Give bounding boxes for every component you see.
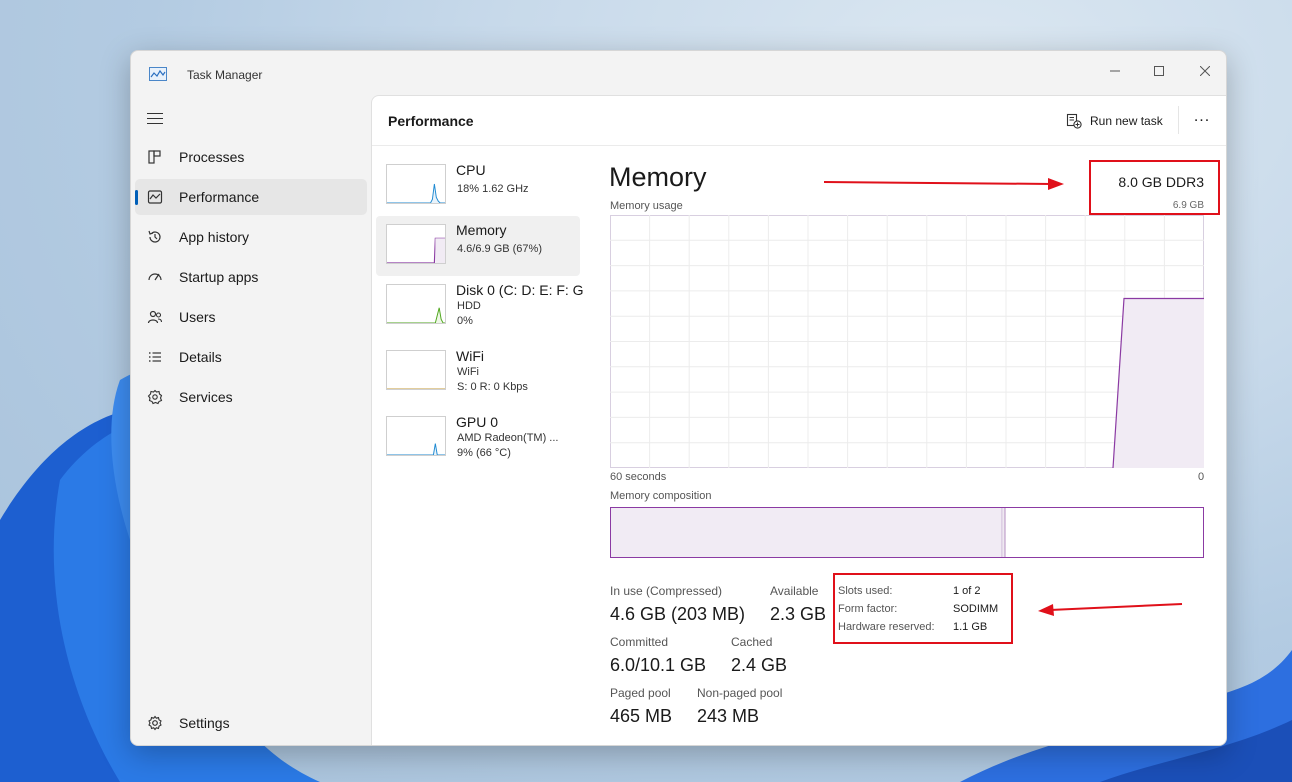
resource-name-wifi: WiFi <box>456 348 484 364</box>
nav-item-details[interactable]: Details <box>135 339 367 375</box>
window-title: Task Manager <box>187 68 263 82</box>
nav-item-users[interactable]: Users <box>135 299 367 335</box>
page-title: Performance <box>388 113 474 129</box>
paged-pool-value: 465 MB <box>610 706 673 726</box>
nav-label-settings: Settings <box>179 715 230 731</box>
nav-item-app-history[interactable]: App history <box>135 219 367 255</box>
non-paged-pool-label: Non-paged pool <box>697 686 783 700</box>
close-button[interactable] <box>1187 57 1223 85</box>
resource-name-disk: Disk 0 (C: D: E: F: G <box>456 282 584 298</box>
run-new-task-label: Run new task <box>1090 114 1163 128</box>
gpu-thumbnail-graph <box>386 416 446 456</box>
users-icon <box>147 310 163 324</box>
nav-item-services[interactable]: Services <box>135 379 367 415</box>
task-manager-app-icon <box>149 67 167 81</box>
resource-throughput-wifi: S: 0 R: 0 Kbps <box>457 381 528 393</box>
run-new-task-icon <box>1066 113 1082 129</box>
memory-usage-graph <box>610 215 1204 468</box>
non-paged-pool-value: 243 MB <box>697 706 760 726</box>
resource-type-wifi: WiFi <box>457 366 479 378</box>
resource-usage-gpu: 9% (66 °C) <box>457 447 511 459</box>
resource-item-memory[interactable]: Memory 4.6/6.9 GB (67%) <box>376 216 580 276</box>
nav-label-startup-apps: Startup apps <box>179 269 259 285</box>
hamburger-menu-icon[interactable] <box>147 113 163 125</box>
in-use-label: In use (Compressed) <box>610 584 723 598</box>
resource-detail-cpu: 18% 1.62 GHz <box>457 183 529 195</box>
resource-model-gpu: AMD Radeon(TM) ... <box>457 432 559 444</box>
nav-label-services: Services <box>179 389 233 405</box>
resource-name-gpu: GPU 0 <box>456 414 499 430</box>
annotation-box-memory-type <box>1089 160 1220 215</box>
resource-item-cpu[interactable]: CPU 18% 1.62 GHz <box>376 156 580 216</box>
more-options-button[interactable]: ... <box>1188 108 1216 132</box>
resource-name-memory: Memory <box>456 222 507 238</box>
startup-icon <box>148 273 162 281</box>
graph-axis-left-label: 60 seconds <box>610 471 667 483</box>
resource-detail-memory: 4.6/6.9 GB (67%) <box>457 243 542 255</box>
maximize-button[interactable] <box>1141 57 1177 85</box>
maximize-icon <box>1154 66 1164 76</box>
memory-heading: Memory <box>609 162 707 192</box>
minimize-icon <box>1110 70 1120 72</box>
resource-item-wifi[interactable]: WiFi WiFi S: 0 R: 0 Kbps <box>376 342 580 402</box>
available-value: 2.3 GB <box>770 604 827 624</box>
processes-icon <box>148 150 161 164</box>
cpu-thumbnail-graph <box>386 164 446 204</box>
run-new-task-button[interactable]: Run new task <box>1066 110 1163 132</box>
content-header: Performance Run new task ... <box>372 96 1226 146</box>
nav-label-processes: Processes <box>179 149 245 165</box>
wifi-thumbnail-graph <box>386 350 446 390</box>
paged-pool-label: Paged pool <box>610 686 671 700</box>
header-divider <box>1178 106 1179 134</box>
memory-usage-label: Memory usage <box>610 200 683 212</box>
in-use-value: 4.6 GB (203 MB) <box>610 604 746 624</box>
close-icon <box>1200 66 1210 76</box>
committed-value: 6.0/10.1 GB <box>610 655 707 675</box>
services-icon <box>147 389 163 405</box>
details-icon <box>149 352 161 362</box>
performance-icon <box>147 190 163 204</box>
nav-item-settings[interactable]: Settings <box>135 705 367 741</box>
cached-value: 2.4 GB <box>731 655 788 675</box>
disk-thumbnail-graph <box>386 284 446 324</box>
annotation-box-memory-details <box>833 573 1013 644</box>
history-icon <box>148 230 161 243</box>
minimize-button[interactable] <box>1097 57 1133 85</box>
resource-name-cpu: CPU <box>456 162 486 178</box>
graph-axis-right-label: 0 <box>1198 471 1205 483</box>
nav-label-performance: Performance <box>179 189 260 205</box>
nav-label-app-history: App history <box>179 229 250 245</box>
memory-composition-bar <box>610 507 1204 558</box>
resource-type-disk: HDD <box>457 300 481 312</box>
nav-item-processes[interactable]: Processes <box>135 139 367 175</box>
committed-label: Committed <box>610 635 669 649</box>
nav-item-performance[interactable]: Performance <box>135 179 367 215</box>
available-label: Available <box>770 584 819 598</box>
navigation-pane: Processes Performance App history Startu… <box>131 97 371 745</box>
nav-label-details: Details <box>179 349 222 365</box>
resource-usage-disk: 0% <box>457 315 473 327</box>
resource-item-gpu[interactable]: GPU 0 AMD Radeon(TM) ... 9% (66 °C) <box>376 408 580 468</box>
memory-thumbnail-graph <box>386 224 446 264</box>
memory-composition-label: Memory composition <box>610 490 712 502</box>
settings-gear-icon <box>148 715 162 731</box>
nav-item-startup-apps[interactable]: Startup apps <box>135 259 367 295</box>
cached-label: Cached <box>731 635 773 649</box>
nav-label-users: Users <box>179 309 216 325</box>
task-manager-window: Task Manager Processes Performance App h… <box>130 50 1227 746</box>
resource-item-disk[interactable]: Disk 0 (C: D: E: F: G HDD 0% <box>376 276 584 336</box>
